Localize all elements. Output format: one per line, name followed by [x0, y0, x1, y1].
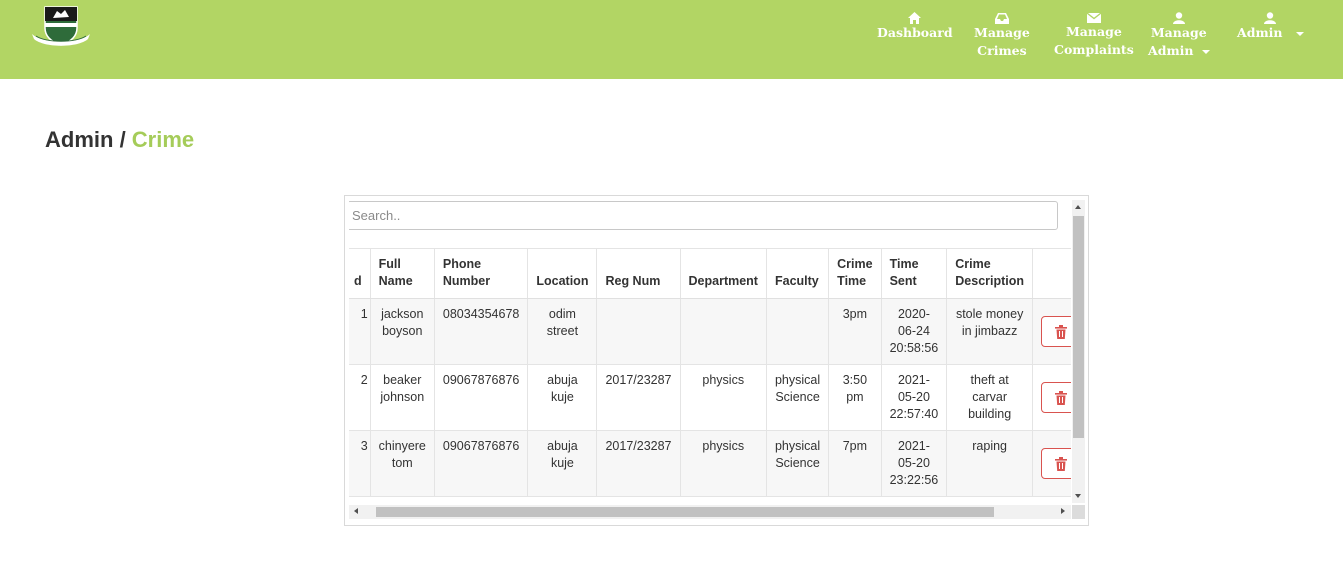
user-icon [1264, 12, 1277, 24]
breadcrumb-current: Crime [131, 127, 195, 152]
nav-admin-menu-label: Admin [1237, 25, 1283, 40]
breadcrumb-parent[interactable]: Admin [45, 127, 113, 152]
nav-manage-admin-label-1: Manage [1150, 25, 1207, 40]
cell-reg-num: 2017/23287 [596, 364, 681, 431]
cell-full-name: beaker johnson [369, 364, 435, 431]
col-header-full-name[interactable]: Full Name [369, 248, 435, 299]
cell-reg-num: 2017/23287 [596, 430, 681, 497]
crime-table-panel: d FullName PhoneNumber Location Reg Num … [344, 195, 1089, 526]
nav-manage-complaints-label-1: Manage [1065, 24, 1122, 39]
user-icon [1172, 12, 1185, 24]
envelope-icon [1086, 12, 1101, 23]
cell-time-sent: 2021- 05-20 22:57:40 [880, 364, 947, 431]
cell-actions [1032, 364, 1071, 431]
cell-department [679, 298, 767, 365]
table-header-row: d Full Name Phone Number Location Reg Num … [349, 248, 1071, 299]
scroll-up-icon[interactable] [1075, 205, 1081, 209]
trash-icon [1055, 456, 1068, 471]
cell-phone: 09067876876 [433, 364, 528, 431]
cell-department: physics [679, 364, 767, 431]
col-header-faculty[interactable]: Faculty [765, 248, 829, 299]
col-header-id[interactable]: d [349, 248, 371, 299]
col-header-reg-num[interactable]: Reg Num [596, 248, 681, 299]
trash-icon [1055, 390, 1068, 405]
nav-admin-menu[interactable]: Admin [1237, 10, 1304, 42]
cell-crime-time: 7pm [828, 430, 882, 497]
cell-time-sent: 2021- 05-20 23:22:56 [880, 430, 947, 497]
nav-manage-admin[interactable]: Manage Admin [1148, 10, 1210, 60]
cell-phone: 09067876876 [433, 430, 528, 497]
search-input[interactable] [349, 201, 1058, 230]
top-navbar: Dashboard Manage Crimes Manage Complaint… [0, 0, 1343, 79]
cell-faculty [765, 298, 829, 365]
cell-location: abuja kuje [527, 430, 597, 497]
cell-description: theft at carvar building [946, 364, 1033, 431]
col-header-crime-time[interactable]: Crime Time [828, 248, 882, 299]
university-crest-logo[interactable] [28, 4, 94, 50]
scroll-left-icon[interactable] [354, 508, 358, 514]
breadcrumb: Admin / Crime [45, 127, 194, 153]
table-viewport[interactable]: d FullName PhoneNumber Location Reg Num … [349, 200, 1071, 503]
crime-table: d Full Name Phone Number Location Reg Num … [349, 248, 1071, 497]
nav-dashboard[interactable]: Dashboard [877, 10, 953, 42]
cell-department: physics [679, 430, 767, 497]
col-header-location[interactable]: Location [527, 248, 597, 299]
vertical-scrollbar[interactable] [1072, 200, 1085, 503]
chevron-down-icon [1295, 31, 1304, 36]
nav-manage-admin-label-2: Admin [1148, 43, 1194, 58]
col-header-time-sent[interactable]: Time Sent [880, 248, 947, 299]
scroll-down-icon[interactable] [1075, 494, 1081, 498]
cell-actions [1032, 430, 1071, 497]
nav-manage-crimes-label-1: Manage [974, 25, 1030, 40]
table-row: 2 beaker johnson 09067876876 abuja kuje 20… [349, 364, 1071, 431]
cell-phone: 08034354678 [433, 298, 528, 365]
col-header-phone[interactable]: Phone Number [433, 248, 528, 299]
col-header-description[interactable]: Crime Description [946, 248, 1033, 299]
cell-location: odim street [527, 298, 597, 365]
col-header-department[interactable]: Department [679, 248, 767, 299]
inbox-icon [994, 13, 1009, 24]
home-icon [908, 12, 922, 24]
cell-description: raping [946, 430, 1033, 497]
breadcrumb-separator: / [113, 127, 132, 152]
nav-manage-crimes-label-2: Crimes [977, 43, 1027, 58]
cell-faculty: physical Science [765, 430, 829, 497]
chevron-down-icon [1201, 49, 1210, 54]
cell-faculty: physical Science [765, 364, 829, 431]
nav-manage-crimes[interactable]: Manage Crimes [974, 10, 1030, 60]
cell-id: 1 [349, 298, 371, 365]
horizontal-scrollbar[interactable] [349, 505, 1071, 519]
nav-manage-complaints-label-2: Complaints [1054, 42, 1134, 57]
nav-dashboard-label: Dashboard [877, 25, 953, 40]
table-row: 1 jackson boyson 08034354678 odim street 3… [349, 298, 1071, 365]
vertical-scroll-thumb[interactable] [1073, 216, 1084, 438]
delete-button[interactable] [1041, 448, 1071, 479]
cell-full-name: chinyere tom [369, 430, 435, 497]
trash-icon [1055, 324, 1068, 339]
cell-actions [1032, 298, 1071, 365]
table-row: 3 chinyere tom 09067876876 abuja kuje 2017… [349, 430, 1071, 497]
cell-reg-num [596, 298, 681, 365]
cell-location: abuja kuje [527, 364, 597, 431]
scrollbar-corner [1072, 505, 1085, 519]
scroll-right-icon[interactable] [1061, 508, 1065, 514]
col-header-actions [1032, 248, 1071, 299]
cell-crime-time: 3pm [828, 298, 882, 365]
cell-full-name: jackson boyson [369, 298, 435, 365]
delete-button[interactable] [1041, 316, 1071, 347]
cell-id: 2 [349, 364, 371, 431]
cell-crime-time: 3:50 pm [828, 364, 882, 431]
nav-manage-complaints[interactable]: Manage Complaints [1054, 10, 1134, 59]
horizontal-scroll-thumb[interactable] [376, 507, 994, 517]
delete-button[interactable] [1041, 382, 1071, 413]
cell-time-sent: 2020- 06-24 20:58:56 [880, 298, 947, 365]
cell-id: 3 [349, 430, 371, 497]
cell-description: stole money in jimbazz [946, 298, 1033, 365]
